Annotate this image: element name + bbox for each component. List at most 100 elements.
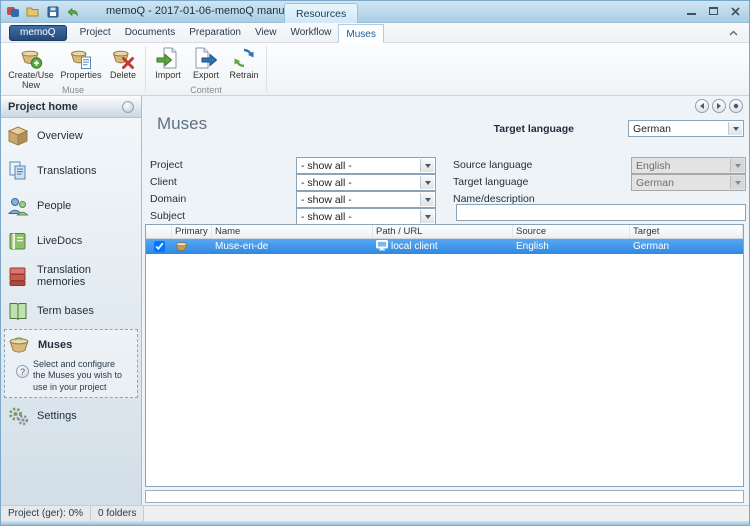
- content-pane: Muses Target language German Project - s…: [143, 96, 749, 505]
- sidebar: Project home Overview Translations Peopl…: [1, 96, 142, 505]
- column-primary[interactable]: Primary: [172, 225, 212, 238]
- tab-documents[interactable]: Documents: [118, 23, 183, 42]
- subject-filter-select[interactable]: - show all -: [296, 208, 436, 225]
- name-description-input[interactable]: [456, 204, 746, 221]
- export-button[interactable]: Export: [187, 45, 225, 82]
- ribbon-separator: [266, 46, 267, 92]
- project-progress: Project (ger): 0%: [1, 506, 91, 521]
- chevron-down-icon: [728, 122, 742, 135]
- retrain-button[interactable]: Retrain: [225, 45, 263, 82]
- tab-workflow[interactable]: Workflow: [283, 23, 338, 42]
- target-language-filter-select: German: [631, 174, 746, 191]
- delete-icon: [111, 46, 135, 70]
- app-window: memoQ - 2017-01-06-memoQ manuals Resourc…: [0, 0, 750, 526]
- minimize-button[interactable]: [680, 3, 702, 19]
- sidebar-header-button[interactable]: [122, 101, 134, 113]
- window-title: memoQ - 2017-01-06-memoQ manuals: [106, 5, 299, 17]
- primary-muse-icon: [175, 241, 188, 252]
- sidebar-item-overview[interactable]: Overview: [1, 118, 141, 153]
- sidebar-item-translation-memories[interactable]: Translation memories: [1, 258, 141, 293]
- column-checkbox[interactable]: [146, 225, 172, 238]
- sidebar-header: Project home: [1, 96, 141, 118]
- ribbon-group-label-muse: Muse: [1, 85, 145, 95]
- project-filter-label: Project: [150, 159, 183, 171]
- domain-filter-select[interactable]: - show all -: [296, 191, 436, 208]
- row-checkbox[interactable]: [154, 241, 165, 252]
- sidebar-item-livedocs[interactable]: LiveDocs: [1, 223, 141, 258]
- memoq-app-button[interactable]: memoQ: [9, 25, 67, 41]
- term-bases-icon: [6, 299, 32, 323]
- create-use-new-icon: [19, 46, 43, 70]
- help-icon[interactable]: ?: [16, 365, 29, 378]
- sidebar-item-settings[interactable]: Settings: [1, 399, 141, 434]
- nav-back-button[interactable]: [695, 99, 709, 113]
- retrain-icon: [232, 46, 256, 70]
- translations-icon: [6, 159, 32, 183]
- close-icon: [731, 7, 740, 16]
- people-icon: [6, 194, 32, 218]
- quick-access-undo-icon[interactable]: [65, 4, 80, 19]
- client-filter-select[interactable]: - show all -: [296, 174, 436, 191]
- muses-description: Select and configure the Muses you wish …: [33, 359, 129, 393]
- sidebar-item-term-bases[interactable]: Term bases: [1, 293, 141, 328]
- project-filter-select[interactable]: - show all -: [296, 157, 436, 174]
- source-language-select: English: [631, 157, 746, 174]
- table-row[interactable]: Muse-en-de local client English German: [146, 239, 743, 254]
- column-name[interactable]: Name: [212, 225, 373, 238]
- source-language-label: Source language: [453, 159, 532, 171]
- arrow-right-icon: [715, 102, 723, 110]
- bottom-panel: [145, 490, 744, 503]
- maximize-button[interactable]: [702, 3, 724, 19]
- sidebar-item-translations[interactable]: Translations: [1, 153, 141, 188]
- tab-preparation[interactable]: Preparation: [182, 23, 248, 42]
- quick-access-folder-icon[interactable]: [25, 4, 40, 19]
- row-path: local client: [391, 241, 438, 252]
- import-icon: [156, 46, 180, 70]
- sidebar-item-muses[interactable]: Muses ? Select and configure the Muses y…: [4, 329, 138, 398]
- ribbon-group-label-content: Content: [146, 85, 266, 95]
- nav-pin-button[interactable]: [729, 99, 743, 113]
- column-source[interactable]: Source: [513, 225, 630, 238]
- app-logo-icon: [5, 4, 20, 19]
- contextual-tab-resources[interactable]: Resources: [284, 3, 358, 23]
- ribbon-group-content: Import Export Retrain Content: [146, 43, 266, 95]
- tab-project[interactable]: Project: [73, 23, 118, 42]
- properties-button[interactable]: Properties: [58, 45, 104, 82]
- filters: Project - show all - Client - show all -…: [150, 156, 746, 226]
- maximize-icon: [709, 7, 718, 15]
- project-home-title: Project home: [8, 101, 78, 113]
- table-header: Primary Name Path / URL Source Target: [146, 225, 743, 239]
- chevron-up-icon: [729, 30, 738, 36]
- target-language-select[interactable]: German: [628, 120, 744, 137]
- subject-filter-label: Subject: [150, 210, 185, 222]
- chevron-down-icon: [730, 159, 744, 172]
- client-filter-label: Client: [150, 176, 177, 188]
- column-path-url[interactable]: Path / URL: [373, 225, 513, 238]
- import-button[interactable]: Import: [149, 45, 187, 82]
- page-title: Muses: [157, 114, 207, 134]
- ribbon-group-muse: Create/Use New Properties Delete Muse: [1, 43, 145, 95]
- ribbon: Create/Use New Properties Delete Muse: [1, 43, 749, 96]
- arrow-left-icon: [698, 102, 706, 110]
- tab-view[interactable]: View: [248, 23, 284, 42]
- nav-forward-button[interactable]: [712, 99, 726, 113]
- overview-icon: [6, 124, 32, 148]
- minimize-icon: [687, 13, 696, 15]
- muses-table: Primary Name Path / URL Source Target Mu…: [145, 224, 744, 487]
- target-language-filter-label: Target language: [453, 176, 528, 188]
- collapse-ribbon-button[interactable]: [725, 26, 741, 40]
- quick-access-save-icon[interactable]: [45, 4, 60, 19]
- delete-button[interactable]: Delete: [104, 45, 142, 82]
- sidebar-item-people[interactable]: People: [1, 188, 141, 223]
- column-target[interactable]: Target: [630, 225, 743, 238]
- export-icon: [194, 46, 218, 70]
- close-button[interactable]: [724, 3, 746, 19]
- window-bottom-edge: [1, 521, 749, 525]
- title-bar: memoQ - 2017-01-06-memoQ manuals Resourc…: [1, 1, 749, 23]
- tab-muses[interactable]: Muses: [338, 24, 383, 43]
- chevron-down-icon: [420, 176, 434, 189]
- target-language-label: Target language: [494, 123, 574, 135]
- livedocs-icon: [6, 229, 32, 253]
- settings-icon: [6, 404, 32, 428]
- chevron-down-icon: [730, 176, 744, 189]
